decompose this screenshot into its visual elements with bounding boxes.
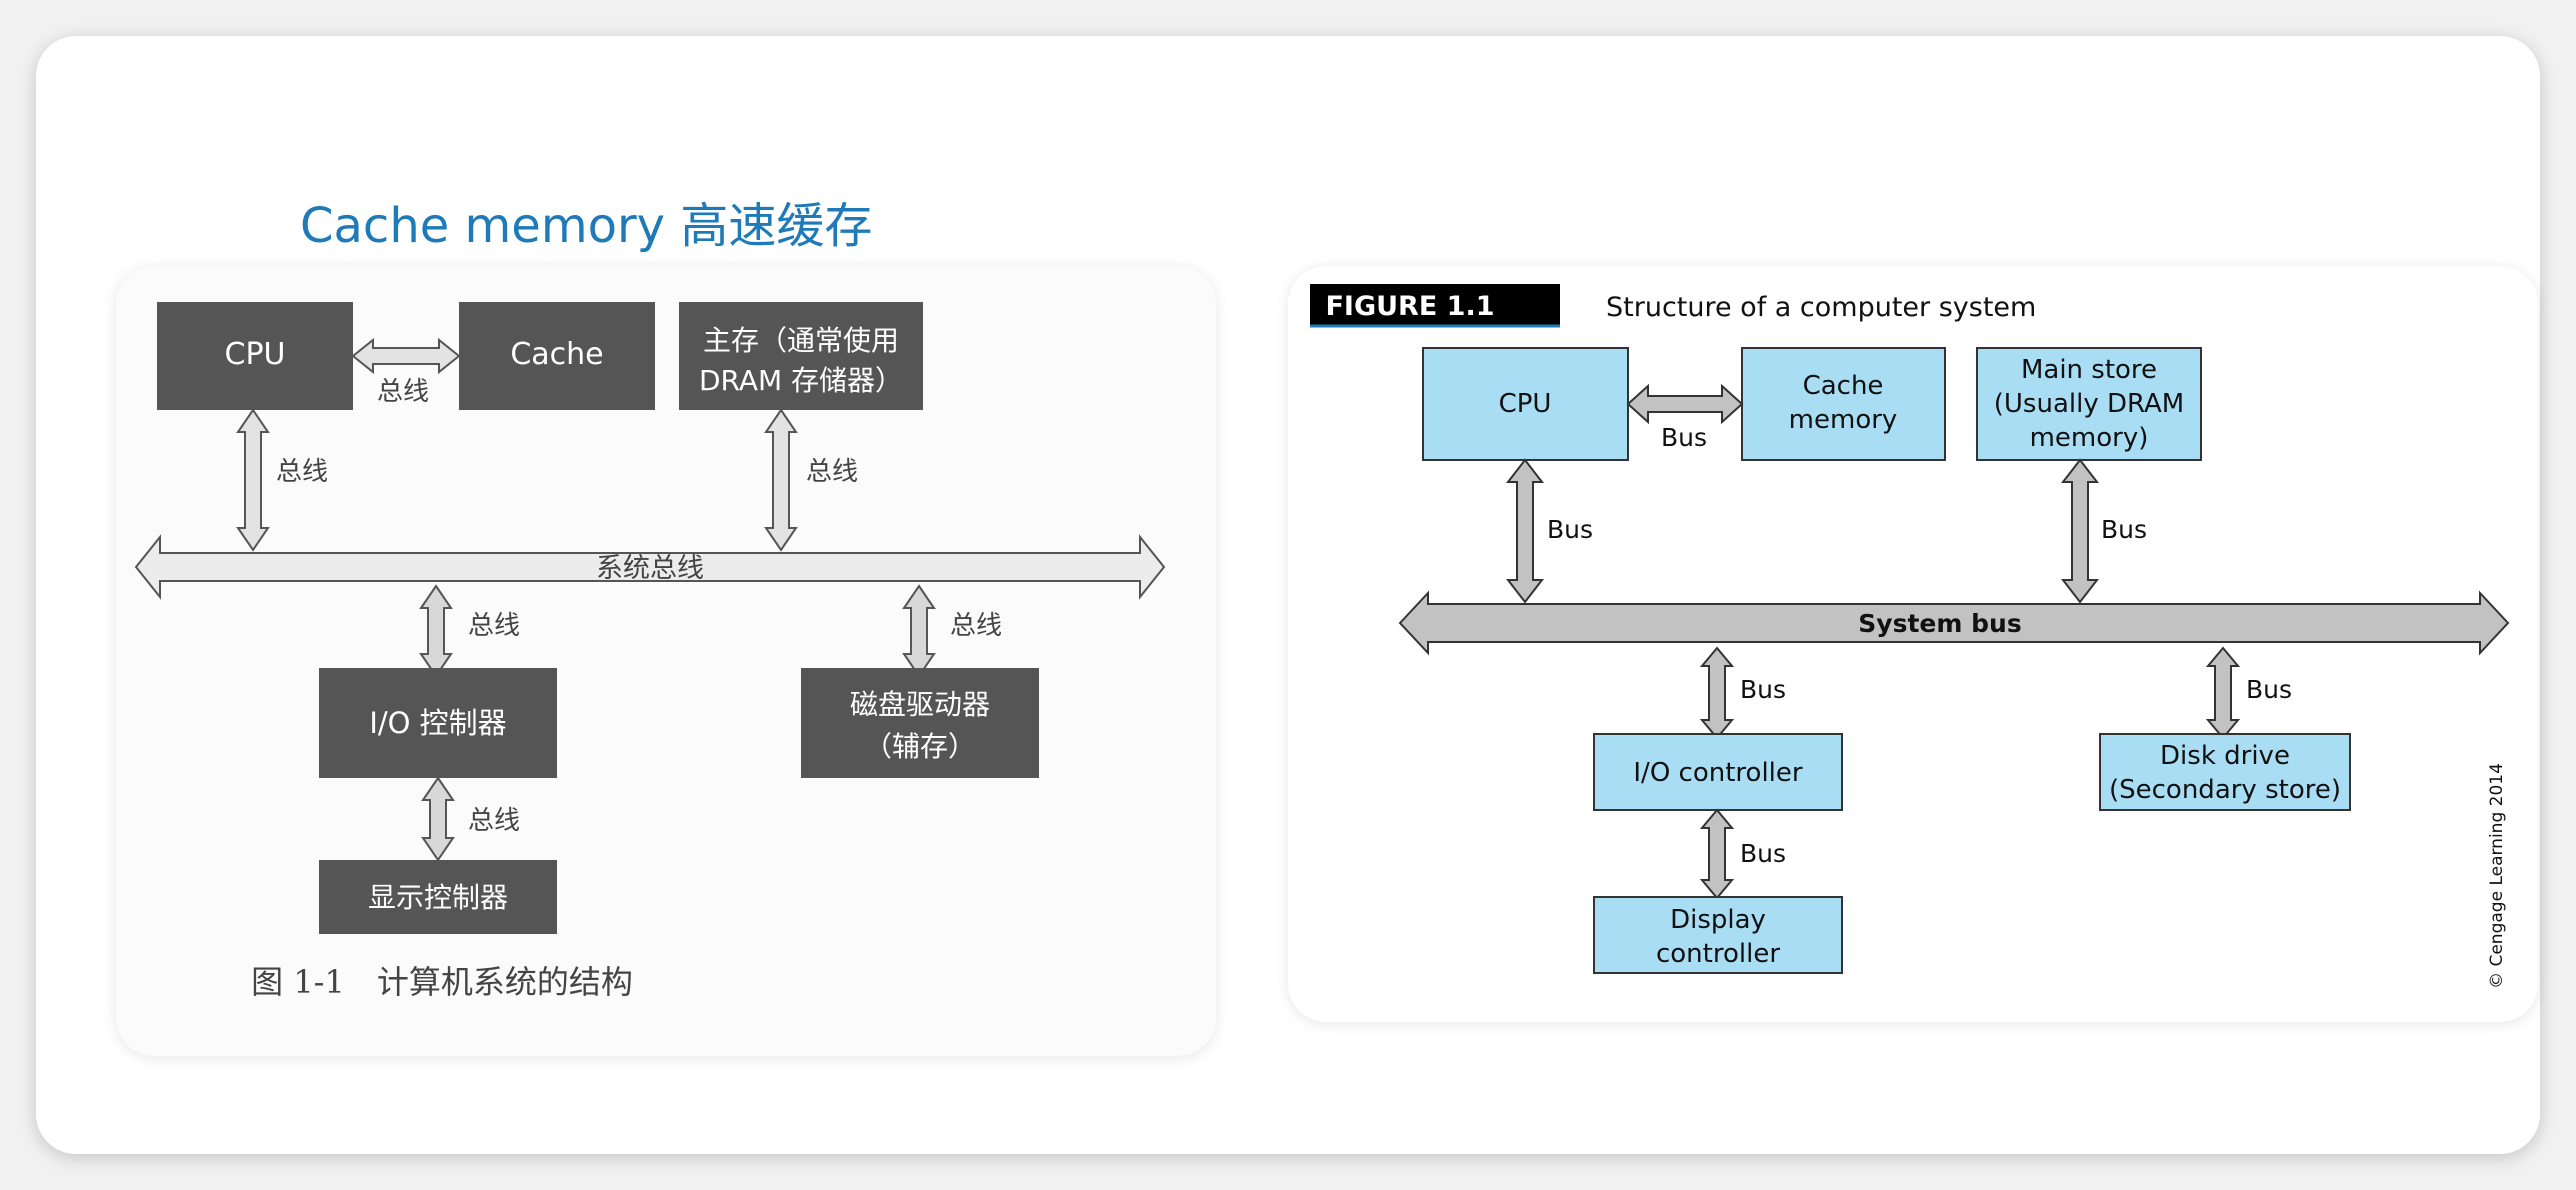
cpu-cache-bus-label: 总线 — [377, 377, 429, 407]
left-figure-card: CPU Cache 主存（通常使用 DRAM 存储器） 总线 总线 总线 系统总… — [116, 266, 1216, 1056]
main-store-bus-label: 总线 — [806, 457, 858, 487]
figure-label: FIGURE 1.1 — [1325, 291, 1494, 322]
disk-bus-label: 总线 — [950, 611, 1002, 641]
disk-drive-label-line2: （辅存） — [864, 730, 976, 763]
main-store-bus-arrow — [764, 408, 798, 552]
display-bus-arrow — [421, 776, 455, 862]
main-store-label-line1: Main store — [2021, 355, 2157, 385]
io-controller-label: I/O controller — [1633, 758, 1803, 788]
disk-bus-label: Bus — [2246, 675, 2292, 704]
cpu-bus-label: 总线 — [276, 457, 328, 487]
disk-drive-label-line2: (Secondary store) — [2109, 775, 2341, 805]
disk-bus-arrow — [2205, 646, 2241, 740]
cpu-bus-arrow — [236, 408, 270, 552]
cpu-label: CPU — [1499, 389, 1552, 419]
page-title: Cache memory 高速缓存 — [300, 198, 873, 254]
io-bus-label: Bus — [1740, 675, 1786, 704]
slide: Cache memory 高速缓存 CPU Cache 主存（通常使用 DRAM… — [36, 36, 2540, 1154]
display-controller-label-line2: controller — [1656, 939, 1780, 969]
display-bus-label: Bus — [1740, 839, 1786, 868]
main-store-label-line2: (Usually DRAM — [1994, 389, 2184, 419]
main-store-label-line1: 主存（通常使用 — [703, 324, 899, 357]
right-diagram: FIGURE 1.1 Structure of a computer syste… — [1310, 284, 2510, 989]
system-bus-label: System bus — [1858, 609, 2021, 638]
cache-label-line1: Cache — [1803, 371, 1884, 401]
cpu-bus-arrow — [1505, 458, 1545, 604]
figure-title: Structure of a computer system — [1606, 292, 2036, 323]
io-bus-label: 总线 — [468, 611, 520, 641]
cpu-label: CPU — [225, 337, 286, 372]
figure-caption: 图 1-1 计算机系统的结构 — [251, 963, 633, 1001]
io-controller-label: I/O 控制器 — [369, 706, 506, 740]
cache-label: Cache — [510, 337, 603, 372]
main-store-label-line3: memory) — [2030, 423, 2149, 453]
io-bus-arrow — [1699, 646, 1735, 740]
cache-label-line2: memory — [1789, 405, 1898, 435]
system-bus-label: 系统总线 — [596, 553, 704, 584]
copyright-note: © Cengage Learning 2014 — [2487, 763, 2507, 989]
io-bus-arrow — [419, 584, 453, 678]
cpu-cache-bus-label: Bus — [1661, 423, 1707, 452]
disk-drive-label-line1: 磁盘驱动器 — [850, 688, 990, 721]
main-store-label-line2: DRAM 存储器） — [699, 364, 903, 397]
cache-box — [1741, 347, 1946, 461]
left-diagram: CPU Cache 主存（通常使用 DRAM 存储器） 总线 总线 总线 系统总… — [134, 302, 1166, 1001]
disk-bus-arrow — [902, 584, 936, 678]
disk-drive-label-line1: Disk drive — [2160, 741, 2290, 771]
main-store-bus-label: Bus — [2101, 515, 2147, 544]
cpu-bus-label: Bus — [1547, 515, 1593, 544]
main-store-bus-arrow — [2060, 458, 2100, 604]
display-controller-label: 显示控制器 — [368, 881, 508, 914]
display-bus-arrow — [1699, 808, 1735, 900]
cpu-cache-arrow — [1626, 383, 1744, 425]
display-controller-label-line1: Display — [1670, 905, 1766, 935]
cpu-cache-arrow — [351, 337, 461, 375]
right-figure-card: FIGURE 1.1 Structure of a computer syste… — [1288, 266, 2538, 1022]
display-bus-label: 总线 — [468, 806, 520, 836]
